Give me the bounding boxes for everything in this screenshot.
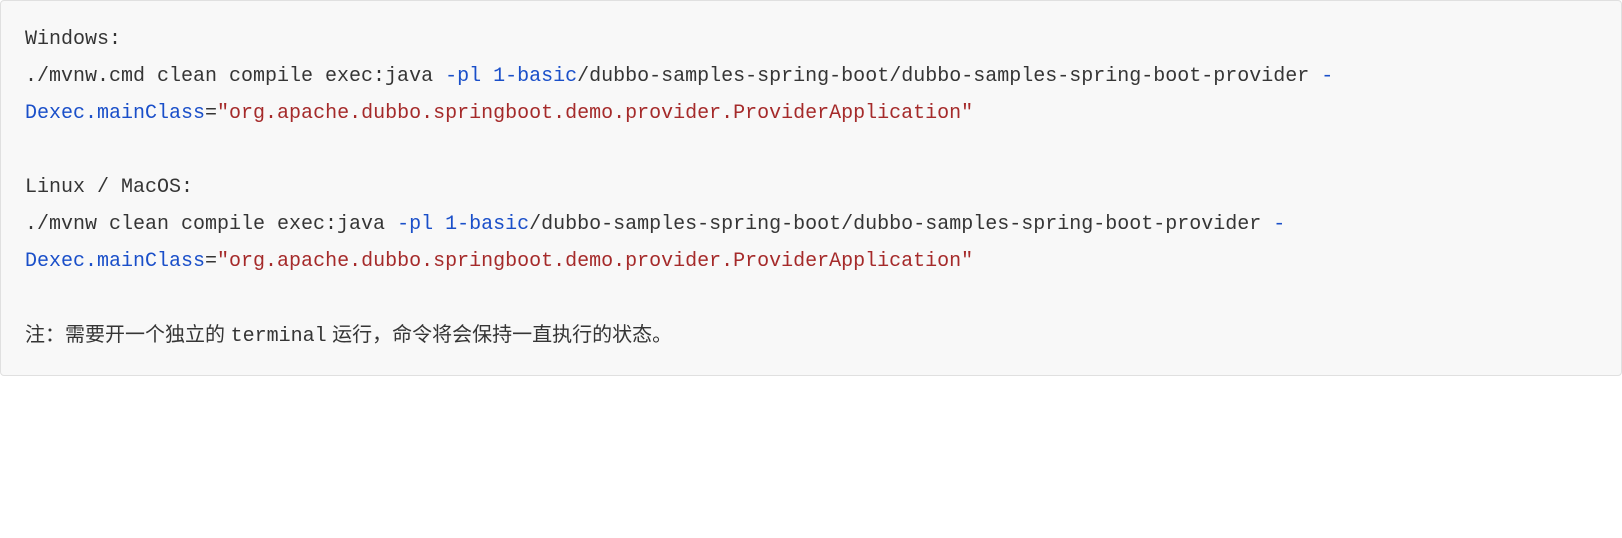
pl-flag-2: -pl [397, 213, 433, 236]
dash-2: - [1273, 213, 1285, 236]
basic-2: -basic [457, 213, 529, 236]
note-p2: 运行，命令将会保持一直执行的状态。 [327, 324, 673, 346]
win-cmd-prefix: ./mvnw.cmd clean compile exec:java [25, 65, 445, 88]
basic-1: -basic [505, 65, 577, 88]
path-1: /dubbo-samples-spring-boot/dubbo-samples… [577, 65, 1321, 88]
dexec-2: Dexec.mainClass [25, 250, 205, 273]
space-1 [481, 65, 493, 88]
windows-label: Windows: [25, 28, 121, 51]
dexec-1: Dexec.mainClass [25, 102, 205, 125]
eq-1: = [205, 102, 217, 125]
linux-label: Linux / MacOS: [25, 176, 193, 199]
dash-1: - [1321, 65, 1333, 88]
note-p1: 注：需要开一个独立的 [25, 324, 231, 346]
note-line: 注：需要开一个独立的 terminal 运行，命令将会保持一直执行的状态。 [25, 324, 672, 346]
pl-flag-1: -pl [445, 65, 481, 88]
one-2: 1 [445, 213, 457, 236]
path-2: /dubbo-samples-spring-boot/dubbo-samples… [529, 213, 1273, 236]
one-1: 1 [493, 65, 505, 88]
main-class-2: "org.apache.dubbo.springboot.demo.provid… [217, 250, 973, 273]
space-2 [433, 213, 445, 236]
main-class-1: "org.apache.dubbo.springboot.demo.provid… [217, 102, 973, 125]
code-block: Windows: ./mvnw.cmd clean compile exec:j… [0, 0, 1622, 376]
note-terminal: terminal [231, 325, 327, 348]
linux-cmd-prefix: ./mvnw clean compile exec:java [25, 213, 397, 236]
eq-2: = [205, 250, 217, 273]
